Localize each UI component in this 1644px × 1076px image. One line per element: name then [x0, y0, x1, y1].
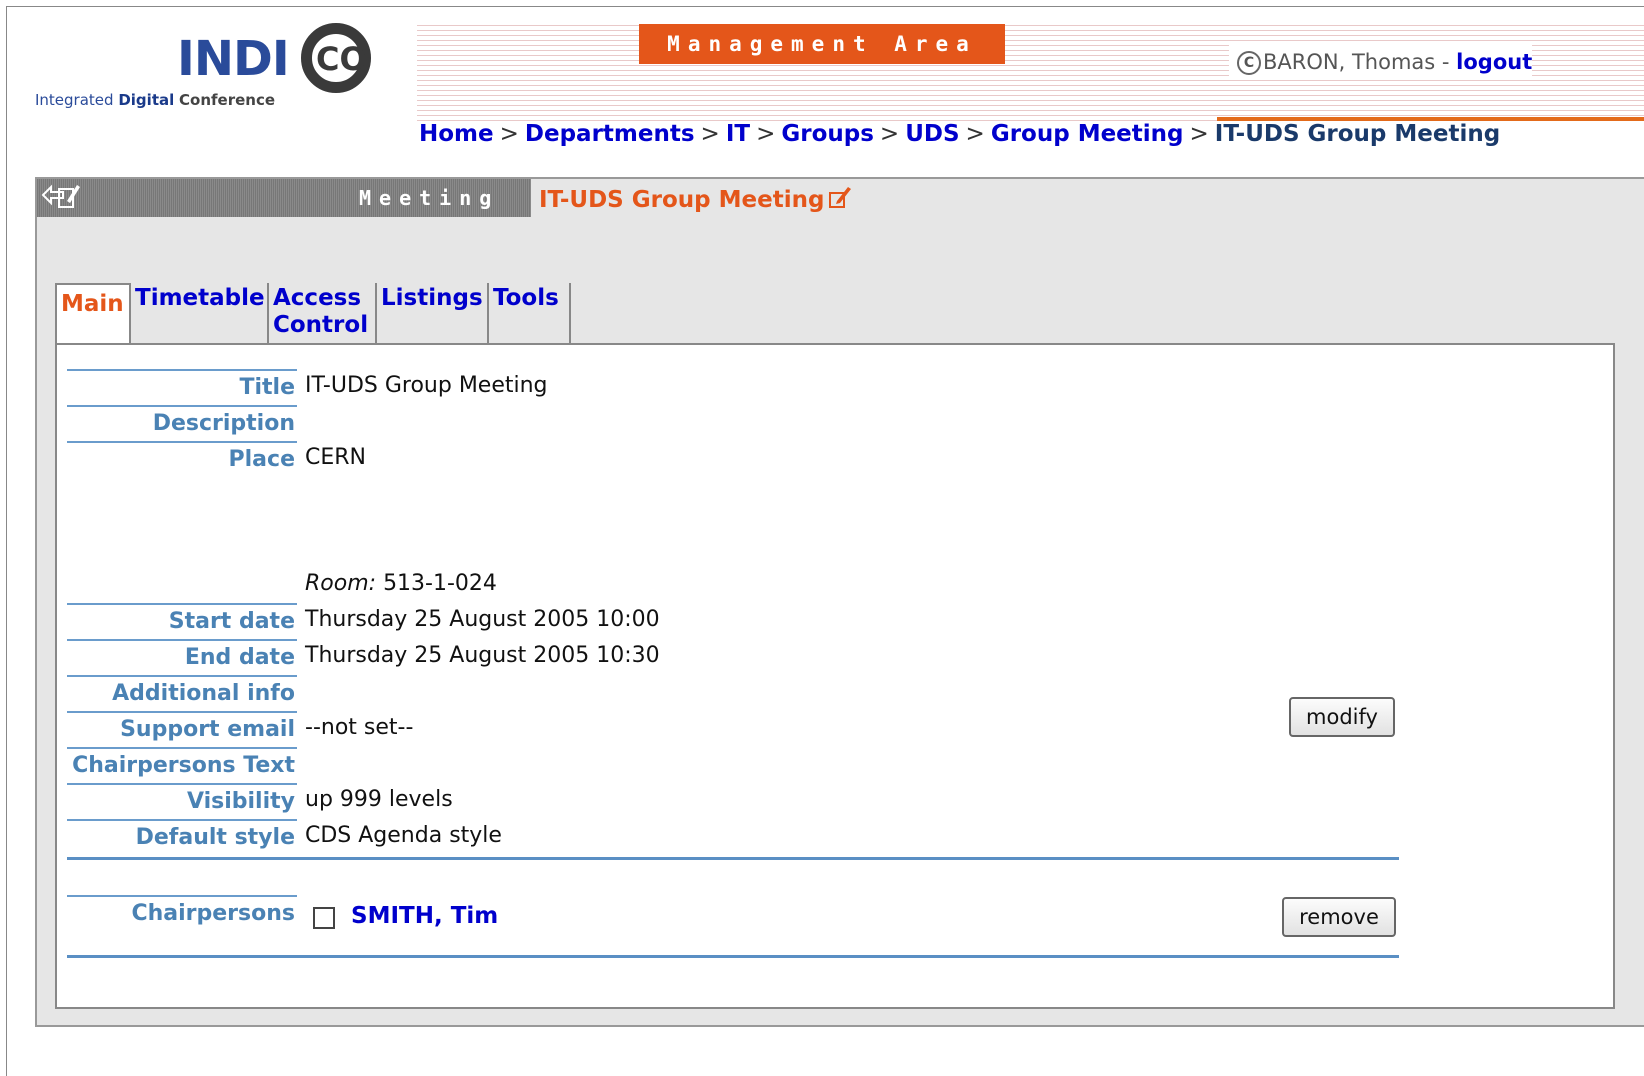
chairperson-checkbox[interactable] — [313, 907, 335, 929]
tab-listings[interactable]: Listings — [377, 283, 489, 345]
edit-pencil-icon[interactable] — [828, 185, 852, 209]
breadcrumb-current: IT-UDS Group Meeting — [1214, 121, 1501, 147]
logo-circle-text: CO — [316, 40, 367, 78]
breadcrumb-sep: > — [700, 121, 720, 147]
conference-title: IT-UDS Group Meeting — [539, 185, 852, 213]
breadcrumb-sep: > — [756, 121, 776, 147]
breadcrumb-home[interactable]: Home — [419, 121, 494, 147]
place-label: Place — [67, 441, 297, 477]
user-icon: C — [1237, 51, 1261, 75]
logo-sub-digital: Digital — [118, 91, 175, 109]
breadcrumb-groups[interactable]: Groups — [781, 121, 874, 147]
tab-access-control[interactable]: Access Control — [269, 283, 377, 345]
breadcrumb-group-meeting[interactable]: Group Meeting — [991, 121, 1184, 147]
visibility-label: Visibility — [67, 783, 297, 819]
support-email-label: Support email — [67, 711, 297, 747]
start-date-value: Thursday 25 August 2005 10:00 — [305, 607, 660, 632]
modify-button[interactable]: modify — [1289, 697, 1395, 737]
default-style-value: CDS Agenda style — [305, 823, 502, 848]
logo-subtitle: Integrated Digital Conference — [35, 91, 275, 109]
end-date-label: End date — [67, 639, 297, 675]
indico-logo[interactable]: INDI CO Integrated Digital Conference — [29, 21, 409, 121]
additional-info-label: Additional info — [67, 675, 297, 711]
breadcrumb-sep: > — [1189, 121, 1209, 147]
page: INDI CO Integrated Digital Conference Ma… — [6, 6, 1644, 1076]
chairperson-name-link[interactable]: SMITH, Tim — [351, 903, 498, 929]
conference-type-label: Meeting — [359, 186, 500, 210]
end-date-value: Thursday 25 August 2005 10:30 — [305, 643, 660, 668]
conference-frame: Meeting IT-UDS Group Meeting Main Timeta… — [35, 177, 1644, 1027]
visibility-value: up 999 levels — [305, 787, 453, 812]
room-value: Room: 513-1-024 — [305, 567, 497, 603]
tab-bar: Main Timetable Access Control Listings To… — [55, 283, 571, 349]
title-label: Title — [67, 369, 297, 405]
user-separator: - — [1441, 50, 1450, 74]
chairpersons-label: Chairpersons — [67, 895, 297, 931]
management-area-banner: Management Area — [639, 24, 1005, 64]
start-date-label: Start date — [67, 603, 297, 639]
room-number: 513-1-024 — [383, 571, 497, 596]
tab-main[interactable]: Main — [55, 283, 131, 349]
breadcrumb-sep: > — [879, 121, 900, 147]
tab-main-label: Main — [61, 291, 124, 317]
logo-word: INDI — [177, 31, 290, 87]
chairpersons-text-label: Chairpersons Text — [67, 747, 297, 783]
section-divider-bottom — [67, 955, 1399, 958]
breadcrumb-sep: > — [499, 121, 519, 147]
breadcrumb-departments[interactable]: Departments — [525, 121, 695, 147]
logo-sub-integrated: Integrated — [35, 91, 114, 109]
tab-tools[interactable]: Tools — [489, 283, 571, 345]
tab-access-control-label: Access Control — [273, 285, 369, 338]
place-value: CERN — [305, 445, 367, 470]
main-panel: Title IT-UDS Group Meeting Description P… — [55, 343, 1615, 1009]
logo-circle-icon: CO — [301, 23, 371, 93]
section-divider — [67, 857, 1399, 860]
remove-chairperson-button[interactable]: remove — [1282, 897, 1396, 937]
conference-title-text: IT-UDS Group Meeting — [539, 187, 825, 213]
tab-timetable[interactable]: Timetable — [131, 283, 269, 345]
conference-type-bar: Meeting — [37, 179, 531, 217]
default-style-label: Default style — [67, 819, 297, 855]
room-label: Room: — [305, 571, 377, 596]
breadcrumb-it[interactable]: IT — [726, 121, 750, 147]
breadcrumb-uds[interactable]: UDS — [905, 121, 959, 147]
user-info: C BARON, Thomas - logout — [1229, 45, 1533, 79]
breadcrumb-sep: > — [965, 121, 985, 147]
title-value: IT-UDS Group Meeting — [305, 373, 548, 398]
breadcrumb: Home > Departments > IT > Groups > UDS > Group Mee… — [419, 121, 1500, 147]
tab-tools-label: Tools — [493, 285, 559, 311]
back-edit-icon — [41, 184, 80, 208]
logo-sub-conference: Conference — [179, 91, 276, 109]
tab-timetable-label: Timetable — [135, 285, 265, 311]
pencil-icon — [829, 187, 852, 208]
logout-link[interactable]: logout — [1456, 50, 1532, 74]
tab-listings-label: Listings — [381, 285, 483, 311]
user-name: BARON, Thomas — [1263, 50, 1436, 74]
description-label: Description — [67, 405, 297, 441]
back-to-display-icon[interactable] — [41, 181, 85, 213]
support-email-value: --not set-- — [305, 715, 414, 740]
